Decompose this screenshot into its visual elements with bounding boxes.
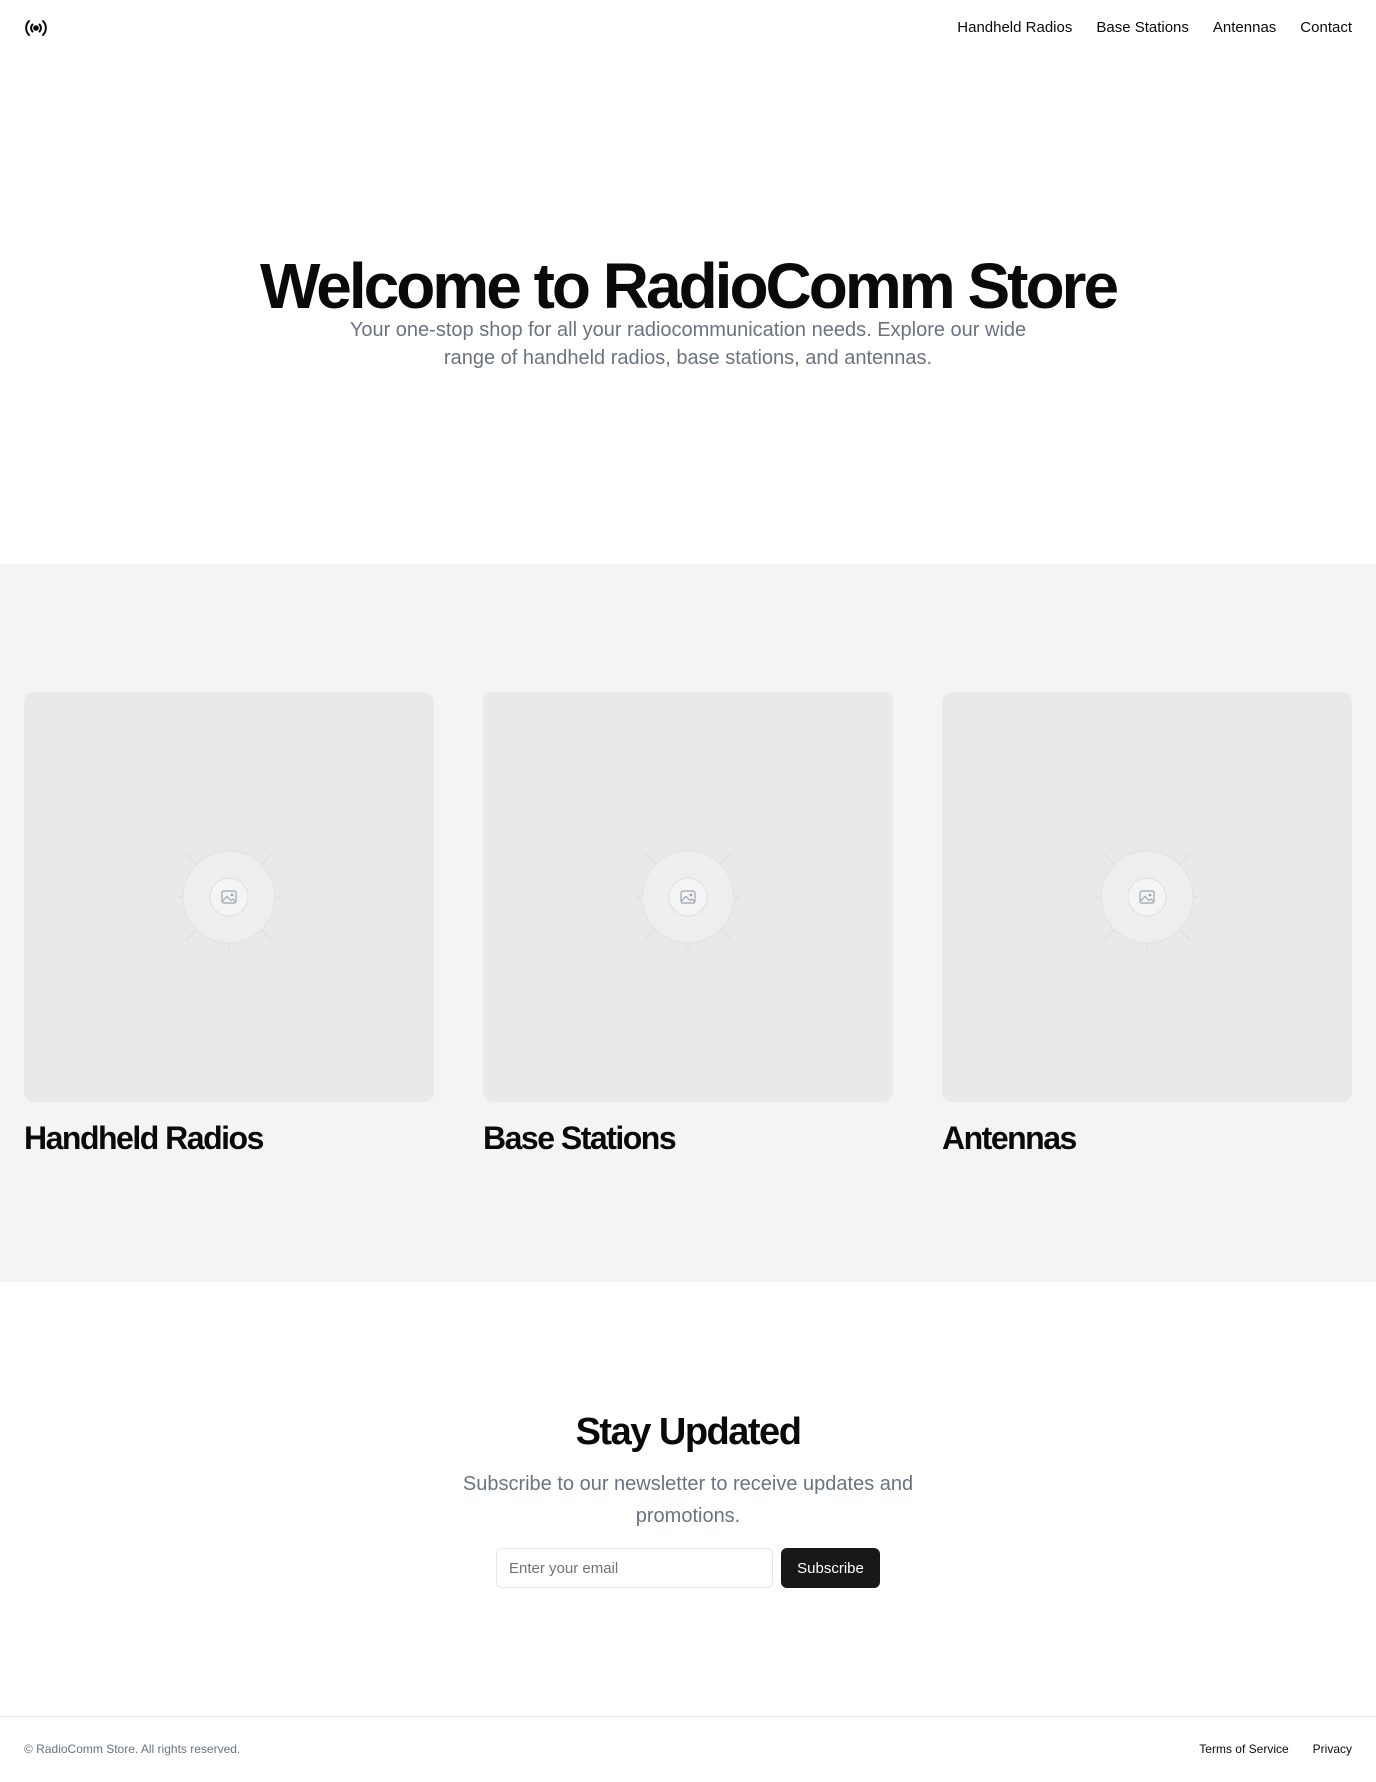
category-card-antennas[interactable]: Antennas <box>942 692 1352 1158</box>
category-card-base-stations[interactable]: Base Stations <box>483 692 893 1158</box>
main-nav: Handheld Radios Base Stations Antennas C… <box>957 17 1352 39</box>
nav-link-handheld-radios[interactable]: Handheld Radios <box>957 17 1072 39</box>
nav-link-base-stations[interactable]: Base Stations <box>1096 17 1189 39</box>
category-card-handheld-radios[interactable]: Handheld Radios <box>24 692 434 1158</box>
nav-link-antennas[interactable]: Antennas <box>1213 17 1276 39</box>
copyright-text: © RadioComm Store. All rights reserved. <box>24 1742 241 1756</box>
radio-broadcast-icon[interactable] <box>24 17 48 39</box>
newsletter-section: Stay Updated Subscribe to our newsletter… <box>0 1282 1376 1716</box>
category-image <box>942 692 1352 1102</box>
category-image <box>24 692 434 1102</box>
footer-link-privacy[interactable]: Privacy <box>1313 1740 1352 1758</box>
newsletter-subtitle: Subscribe to our newsletter to receive u… <box>462 1473 914 1527</box>
footer-links: Terms of Service Privacy <box>1199 1740 1352 1758</box>
hero-section: Welcome to RadioComm Store Your one-stop… <box>0 56 1376 564</box>
subscribe-button[interactable]: Subscribe <box>781 1548 880 1588</box>
site-footer: © RadioComm Store. All rights reserved. … <box>0 1716 1376 1782</box>
image-placeholder-icon <box>1095 845 1199 949</box>
newsletter-title: Stay Updated <box>575 1411 802 1453</box>
footer-link-terms[interactable]: Terms of Service <box>1199 1740 1288 1758</box>
categories-section: Handheld Radios Base Stations Antennas <box>0 564 1376 1282</box>
nav-link-contact[interactable]: Contact <box>1300 17 1352 39</box>
category-title: Handheld Radios <box>24 1120 264 1156</box>
email-input[interactable] <box>496 1548 773 1588</box>
image-placeholder-icon <box>636 845 740 949</box>
category-title: Base Stations <box>483 1120 677 1156</box>
category-image <box>483 692 893 1102</box>
newsletter-form: Subscribe <box>496 1548 880 1588</box>
image-placeholder-icon <box>177 845 281 949</box>
hero-title: Welcome to RadioComm Store <box>259 250 1119 322</box>
hero-subtitle: Your one-stop shop for all your radiocom… <box>349 319 1027 369</box>
category-title: Antennas <box>942 1120 1077 1156</box>
site-header: Handheld Radios Base Stations Antennas C… <box>0 0 1376 56</box>
